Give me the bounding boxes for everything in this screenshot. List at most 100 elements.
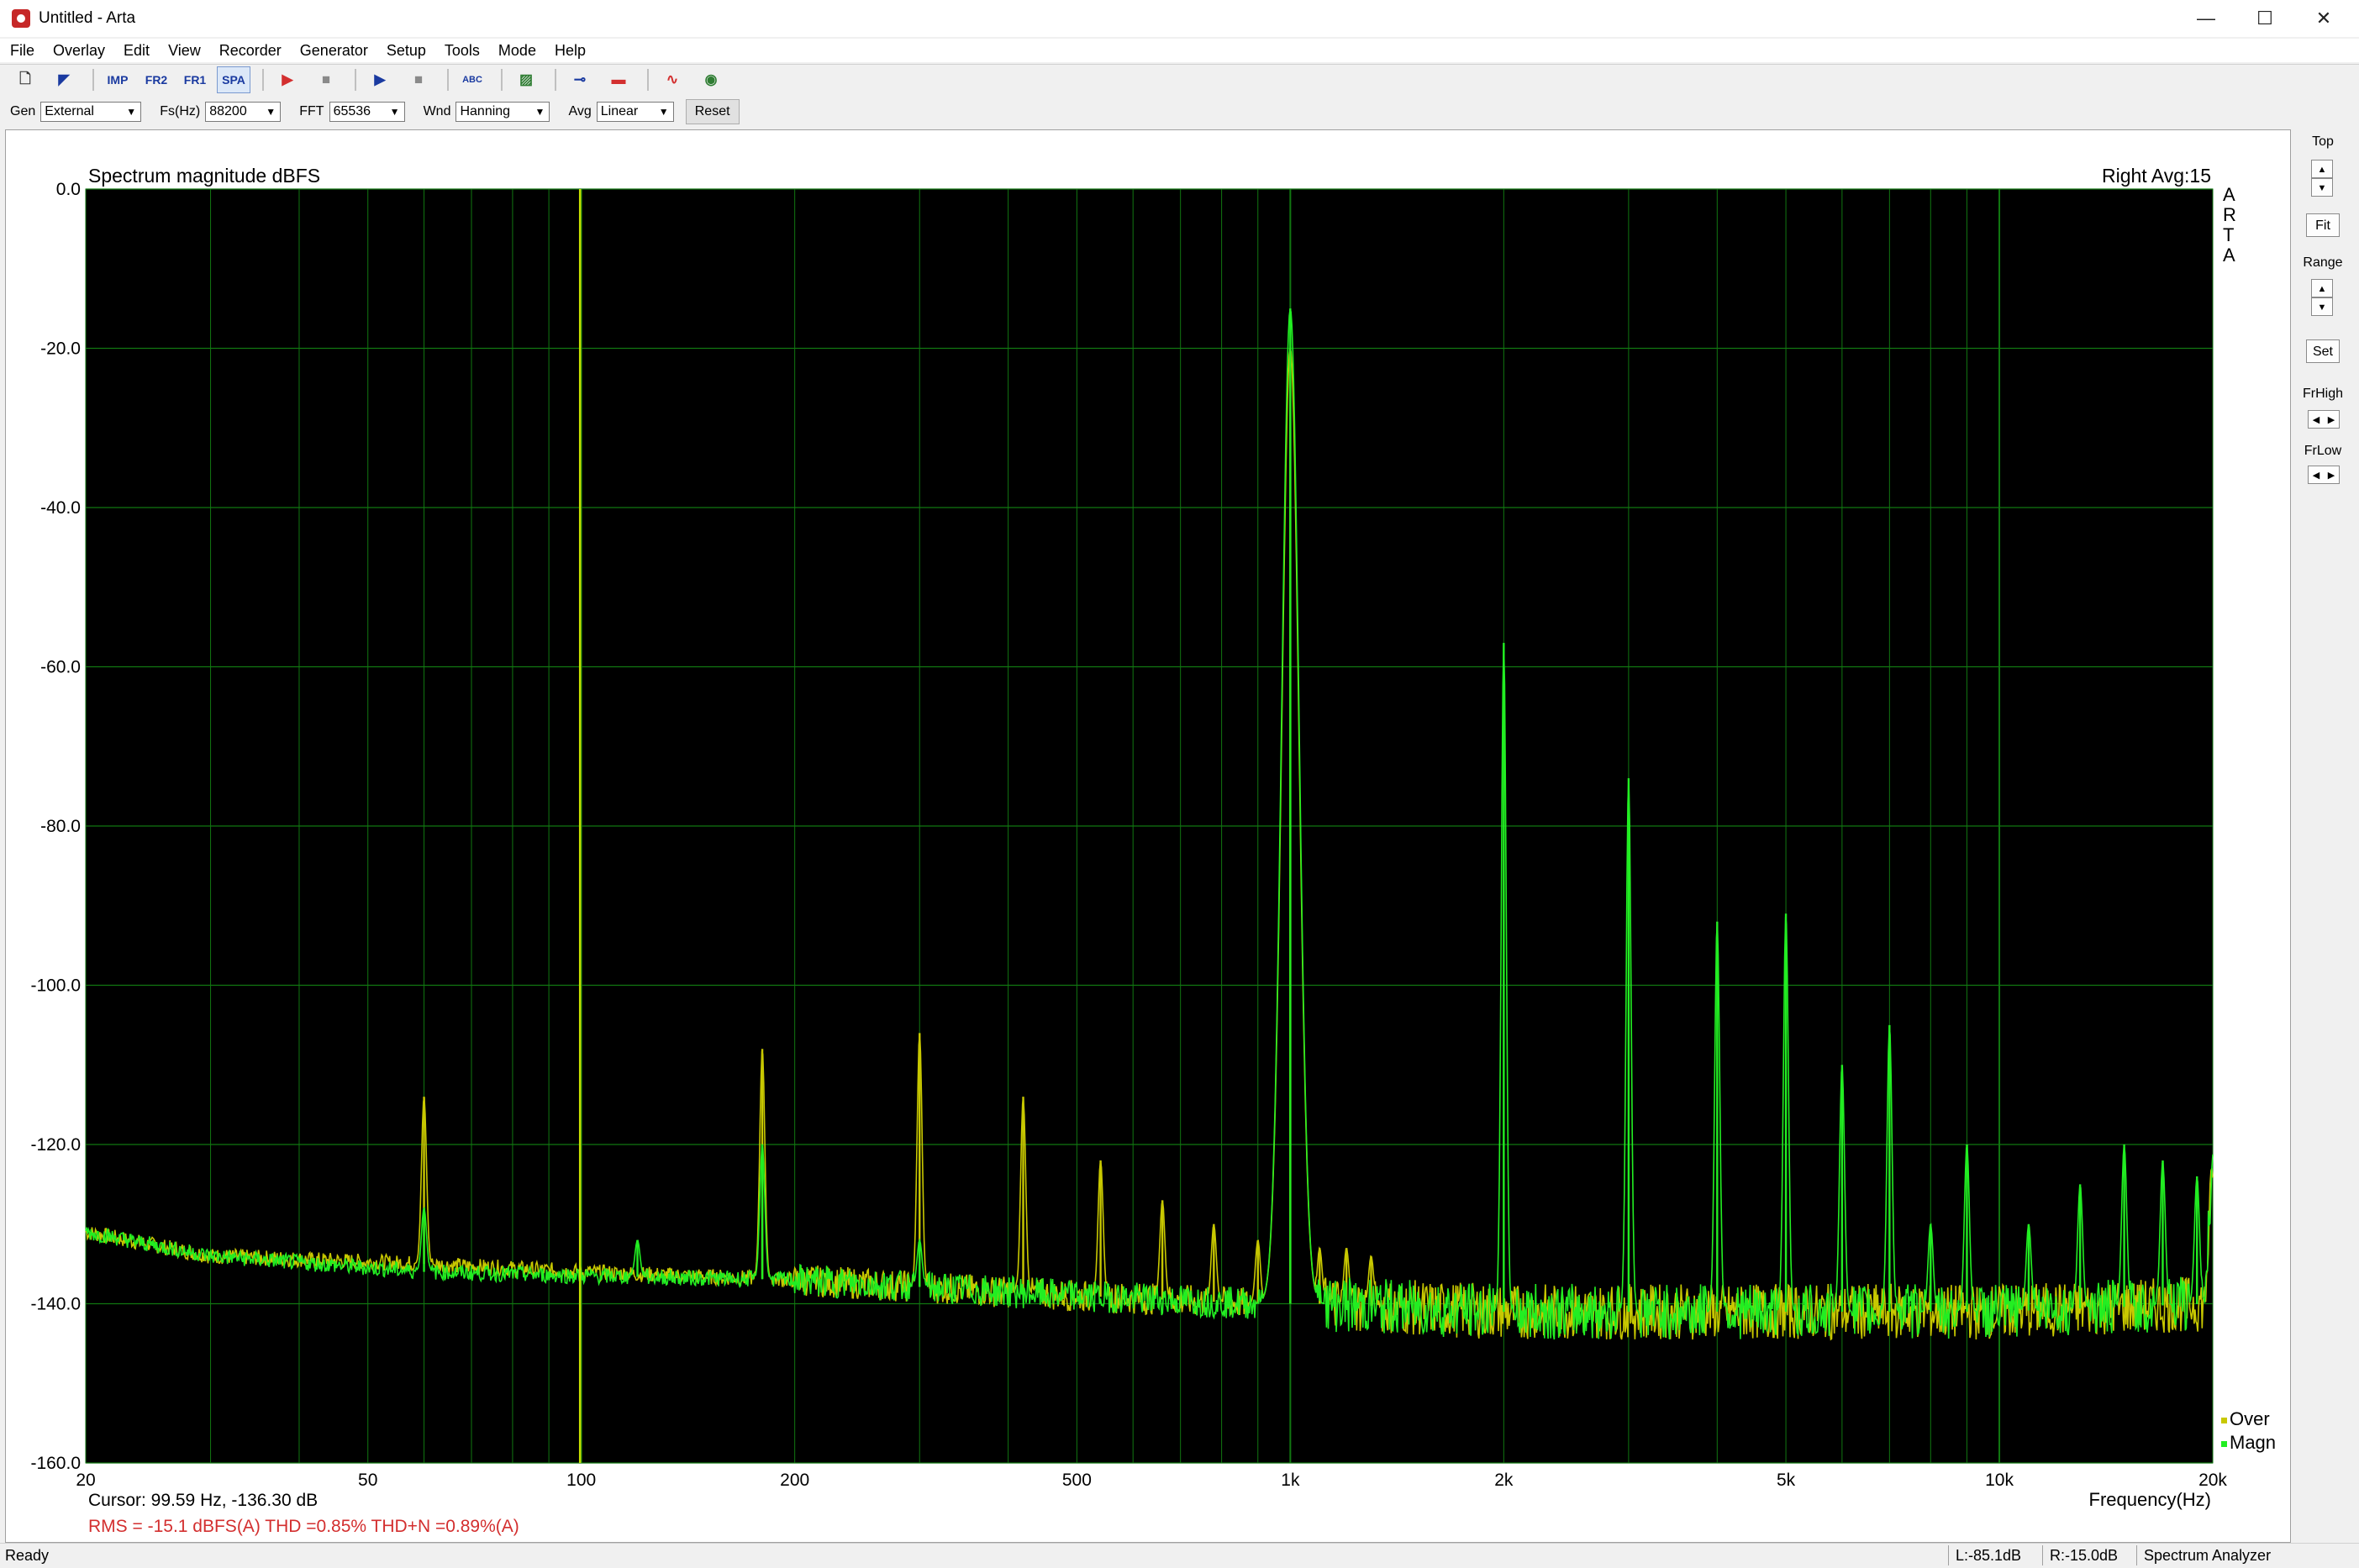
sweep-icon[interactable]: ⊸ xyxy=(563,66,597,93)
y-tick-label: -40.0 xyxy=(40,498,81,518)
stop-icon[interactable]: ■ xyxy=(309,66,343,93)
channel-info: Right Avg:15 xyxy=(2102,165,2211,187)
close-button[interactable]: ✕ xyxy=(2294,0,2353,37)
chevron-down-icon: ▼ xyxy=(658,106,669,118)
spectrum-chart[interactable]: Spectrum magnitude dBFS Right Avg:15 A R… xyxy=(6,130,2290,1542)
frhigh-label: FrHigh xyxy=(2302,387,2343,401)
y-tick-label: -160.0 xyxy=(30,1454,81,1473)
avg-label: Avg xyxy=(568,104,592,118)
wnd-select[interactable]: Hanning ▼ xyxy=(455,102,550,122)
right-control-panel: Top ▲ ▼ Fit Range ▲ ▼ Set FrHigh ◀ ▶ FrL… xyxy=(2294,129,2351,1541)
gen-value: External xyxy=(45,104,94,118)
control-bar: Gen External ▼ Fs(Hz) 88200 ▼ FFT 65536 … xyxy=(0,97,2359,126)
set-button[interactable]: Set xyxy=(2306,339,2340,363)
cursor-readout: Cursor: 99.59 Hz, -136.30 dB xyxy=(88,1491,318,1510)
arta-brand-letters: A R T A xyxy=(2223,184,2236,266)
status-ready: Ready xyxy=(5,1547,50,1564)
measurement-readout: RMS = -15.1 dBFS(A) THD =0.85% THD+N =0.… xyxy=(88,1517,519,1536)
status-left-level: L:-85.1dB xyxy=(1948,1545,2043,1565)
chevron-right-icon[interactable]: ▶ xyxy=(2328,414,2335,425)
y-tick-labels: 0.0 -20.0 -40.0 -60.0 -80.0 -100.0 -120.0 -140.… xyxy=(30,180,81,1473)
x-tick-label: 20k xyxy=(2198,1471,2227,1490)
spectrum-plot-panel[interactable]: Spectrum magnitude dBFS Right Avg:15 A R… xyxy=(5,129,2291,1543)
menu-help[interactable]: Help xyxy=(545,42,594,60)
new-icon[interactable]: 🗋 xyxy=(8,66,42,93)
menu-overlay[interactable]: Overlay xyxy=(43,42,113,60)
open-icon[interactable]: ◤ xyxy=(47,66,81,93)
menu-recorder[interactable]: Recorder xyxy=(209,42,290,60)
menu-bar: File Overlay Edit View Recorder Generato… xyxy=(0,39,2359,62)
y-tick-label: -80.0 xyxy=(40,817,81,836)
legend: Over Magn xyxy=(2221,1408,2276,1453)
status-bar: Ready L:-85.1dB R:-15.0dB Spectrum Analy… xyxy=(0,1543,2359,1568)
chevron-left-icon[interactable]: ◀ xyxy=(2313,470,2320,481)
x-tick-label: 50 xyxy=(358,1471,377,1490)
legend-swatch-magn xyxy=(2221,1441,2227,1447)
maximize-button[interactable]: ☐ xyxy=(2235,0,2294,37)
gen-select[interactable]: External ▼ xyxy=(40,102,142,122)
toolbar-separator xyxy=(355,69,356,91)
menu-view[interactable]: View xyxy=(158,42,209,60)
avg-value: Linear xyxy=(600,104,639,118)
toolbar-separator xyxy=(92,69,94,91)
frlow-stepper[interactable]: ◀ ▶ xyxy=(2308,466,2340,484)
chevron-left-icon[interactable]: ◀ xyxy=(2313,414,2320,425)
menu-file[interactable]: File xyxy=(0,42,43,60)
top-up-arrow-icon[interactable]: ▲ xyxy=(2311,160,2333,178)
top-label: Top xyxy=(2312,134,2334,149)
toolbar: 🗋 ◤ IMP FR2 FR1 SPA ▶ ■ ▶ ■ ABC ▨ ⊸ ▬ ∿ … xyxy=(0,64,2359,95)
fs-label: Fs(Hz) xyxy=(160,104,201,118)
brand-letter: A xyxy=(2223,245,2235,266)
fft-value: 65536 xyxy=(333,104,371,118)
y-tick-label: -120.0 xyxy=(30,1135,81,1155)
menu-tools[interactable]: Tools xyxy=(434,42,488,60)
fit-button[interactable]: Fit xyxy=(2306,213,2340,237)
toolbar-separator xyxy=(447,69,449,91)
arta-app-icon xyxy=(12,9,30,28)
record-icon[interactable]: ▶ xyxy=(271,66,304,93)
fft-select[interactable]: 65536 ▼ xyxy=(329,102,405,122)
scope-icon[interactable]: ◉ xyxy=(694,66,728,93)
play-icon[interactable]: ▶ xyxy=(363,66,397,93)
menu-edit[interactable]: Edit xyxy=(113,42,158,60)
x-tick-label: 1k xyxy=(1281,1471,1300,1490)
range-label: Range xyxy=(2303,255,2343,270)
wave-icon[interactable]: ∿ xyxy=(656,66,689,93)
frhigh-stepper[interactable]: ◀ ▶ xyxy=(2308,410,2340,429)
fr1-mode-button[interactable]: FR1 xyxy=(178,66,212,93)
pattern-icon[interactable]: ▨ xyxy=(509,66,543,93)
window-title: Untitled - Arta xyxy=(39,9,136,27)
frlow-label: FrLow xyxy=(2304,444,2342,458)
y-tick-label: -20.0 xyxy=(40,339,81,359)
chevron-right-icon[interactable]: ▶ xyxy=(2328,470,2335,481)
gen-label: Gen xyxy=(10,104,36,118)
fr2-mode-button[interactable]: FR2 xyxy=(140,66,173,93)
color-icon[interactable]: ▬ xyxy=(602,66,635,93)
menu-mode[interactable]: Mode xyxy=(488,42,545,60)
reset-button[interactable]: Reset xyxy=(685,99,740,124)
avg-select[interactable]: Linear ▼ xyxy=(596,102,674,122)
imp-mode-button[interactable]: IMP xyxy=(101,66,134,93)
y-tick-label: -140.0 xyxy=(30,1295,81,1314)
menu-generator[interactable]: Generator xyxy=(290,42,376,60)
range-down-arrow-icon[interactable]: ▼ xyxy=(2311,297,2333,316)
fs-select[interactable]: 88200 ▼ xyxy=(205,102,282,122)
fft-label: FFT xyxy=(299,104,324,118)
top-down-arrow-icon[interactable]: ▼ xyxy=(2311,178,2333,197)
spa-mode-button[interactable]: SPA xyxy=(217,66,250,93)
legend-label-over: Over xyxy=(2230,1408,2270,1429)
fs-value: 88200 xyxy=(209,104,247,118)
stop2-icon[interactable]: ■ xyxy=(402,66,435,93)
minimize-button[interactable]: — xyxy=(2177,0,2235,37)
x-tick-label: 20 xyxy=(76,1471,95,1490)
brand-letter: T xyxy=(2223,224,2234,245)
x-tick-labels: 20 50 100 200 500 1k 2k 5k 10k 20k xyxy=(76,1471,2227,1490)
chevron-down-icon: ▼ xyxy=(126,106,137,118)
status-mode: Spectrum Analyzer xyxy=(2136,1545,2312,1565)
range-up-arrow-icon[interactable]: ▲ xyxy=(2311,279,2333,297)
abc-icon[interactable]: ABC xyxy=(455,66,489,93)
toolbar-separator xyxy=(647,69,649,91)
toolbar-separator xyxy=(555,69,556,91)
menu-setup[interactable]: Setup xyxy=(376,42,434,60)
x-tick-label: 2k xyxy=(1494,1471,1514,1490)
